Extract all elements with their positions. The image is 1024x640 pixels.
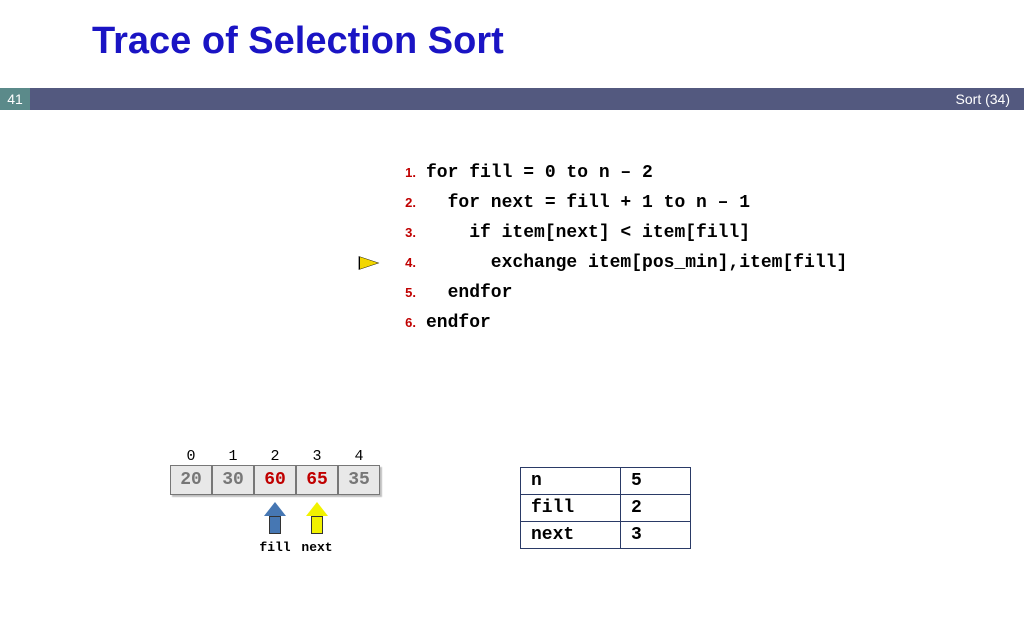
page-title: Trace of Selection Sort bbox=[92, 20, 504, 63]
current-line-pointer-icon bbox=[360, 257, 378, 269]
code-line-text: exchange item[pos_min],item[fill] bbox=[426, 248, 847, 278]
array-cell: 65 bbox=[296, 465, 338, 495]
array-cell: 35 bbox=[338, 465, 380, 495]
slide-number: 41 bbox=[0, 88, 30, 110]
code-line: 6.endfor bbox=[390, 308, 847, 338]
code-line: 1.for fill = 0 to n – 2 bbox=[390, 158, 847, 188]
var-name: next bbox=[521, 522, 621, 549]
table-row: n5 bbox=[521, 468, 691, 495]
table-row: fill2 bbox=[521, 495, 691, 522]
array-index-label: 3 bbox=[296, 448, 338, 465]
fill-pointer-arrow-icon bbox=[264, 502, 286, 534]
code-line-number: 5. bbox=[390, 278, 426, 308]
var-name: fill bbox=[521, 495, 621, 522]
array-pointer-labels: fillnext bbox=[170, 540, 380, 555]
array-index-label: 2 bbox=[254, 448, 296, 465]
array-pointer-arrows bbox=[170, 502, 380, 534]
next-pointer-label: next bbox=[296, 540, 338, 555]
code-line-number: 4. bbox=[390, 248, 426, 278]
code-line-text: for next = fill + 1 to n – 1 bbox=[426, 188, 750, 218]
code-line-text: endfor bbox=[426, 308, 491, 338]
code-line: 5. endfor bbox=[390, 278, 847, 308]
array-index-label: 4 bbox=[338, 448, 380, 465]
var-value: 3 bbox=[621, 522, 691, 549]
array-cell: 60 bbox=[254, 465, 296, 495]
code-line-text: for fill = 0 to n – 2 bbox=[426, 158, 653, 188]
array-cell: 20 bbox=[170, 465, 212, 495]
pseudocode-block: 1.for fill = 0 to n – 22. for next = fil… bbox=[390, 158, 847, 338]
code-line-text: if item[next] < item[fill] bbox=[426, 218, 750, 248]
array-index-label: 0 bbox=[170, 448, 212, 465]
header-stripe: 41 Sort (34) bbox=[0, 88, 1024, 110]
var-value: 2 bbox=[621, 495, 691, 522]
table-row: next3 bbox=[521, 522, 691, 549]
fill-pointer-label: fill bbox=[254, 540, 296, 555]
code-line-number: 6. bbox=[390, 308, 426, 338]
array-index-label: 1 bbox=[212, 448, 254, 465]
code-line-number: 1. bbox=[390, 158, 426, 188]
variables-table: n5fill2next3 bbox=[520, 467, 691, 549]
code-line-number: 3. bbox=[390, 218, 426, 248]
code-line-number: 2. bbox=[390, 188, 426, 218]
code-line-text: endfor bbox=[426, 278, 512, 308]
var-name: n bbox=[521, 468, 621, 495]
array-cell: 30 bbox=[212, 465, 254, 495]
code-line: 2. for next = fill + 1 to n – 1 bbox=[390, 188, 847, 218]
code-line: 3. if item[next] < item[fill] bbox=[390, 218, 847, 248]
var-value: 5 bbox=[621, 468, 691, 495]
next-pointer-arrow-icon bbox=[306, 502, 328, 534]
code-line: 4. exchange item[pos_min],item[fill] bbox=[390, 248, 847, 278]
slide-footer: Sort (34) bbox=[956, 88, 1010, 110]
array-visualization: 01234 2030606535 bbox=[170, 448, 380, 495]
